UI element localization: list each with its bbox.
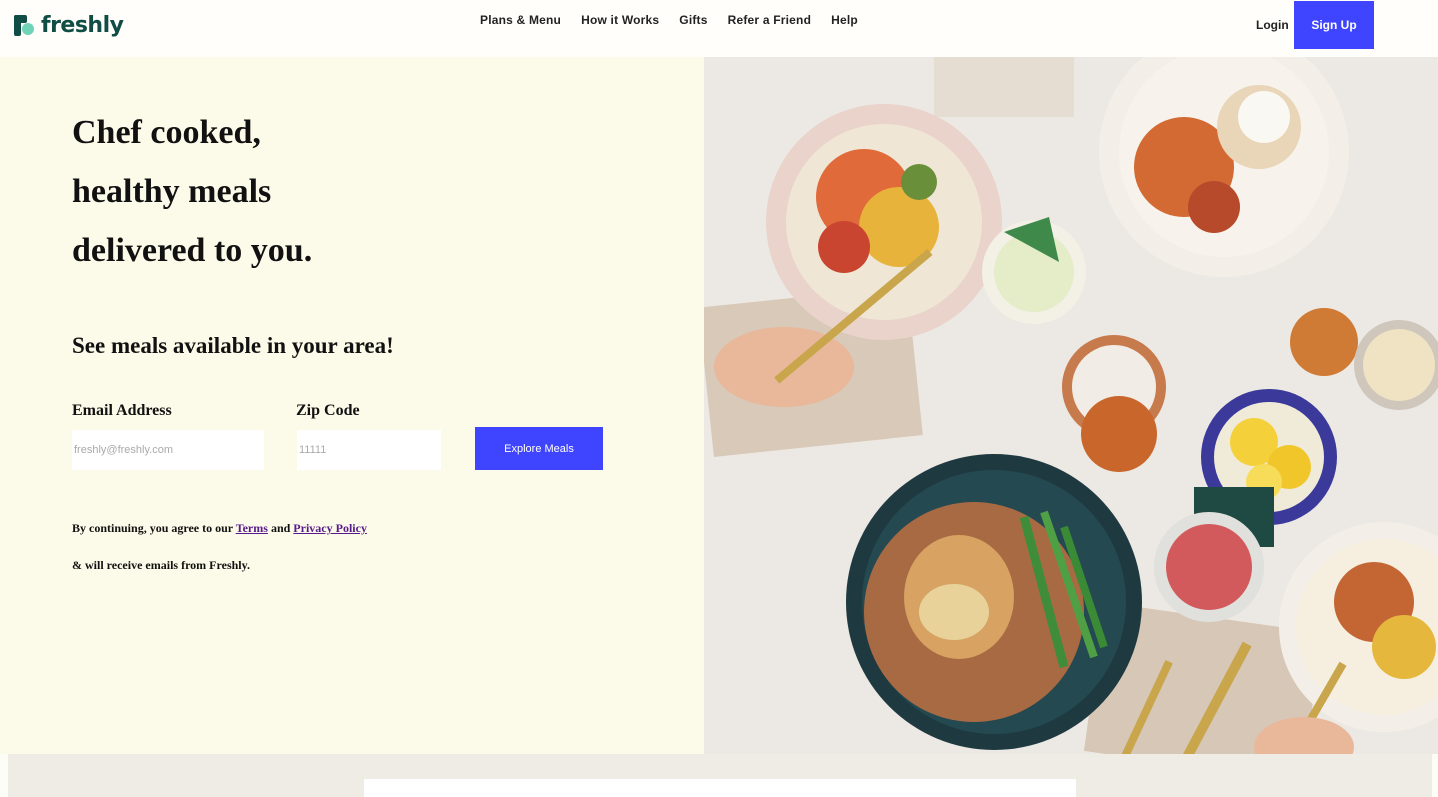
freshly-logo-icon — [14, 14, 35, 36]
sign-up-button[interactable]: Sign Up — [1294, 1, 1374, 49]
main-nav: Plans & Menu How it Works Gifts Refer a … — [480, 13, 858, 27]
logo-wordmark: freshly — [41, 12, 124, 38]
nav-plans-menu[interactable]: Plans & Menu — [480, 13, 561, 27]
hero-subheading: See meals available in your area! — [72, 333, 394, 358]
email-label: Email Address — [72, 402, 172, 419]
section-card — [364, 779, 1076, 797]
headline-line-1: Chef cooked, — [72, 114, 261, 151]
food-photo-illustration — [704, 57, 1438, 754]
zip-code-field[interactable] — [297, 430, 441, 470]
nav-gifts[interactable]: Gifts — [679, 13, 707, 27]
hero-food-image — [704, 57, 1438, 754]
next-section-preview — [0, 754, 1438, 797]
nav-refer-a-friend[interactable]: Refer a Friend — [728, 13, 812, 27]
nav-how-it-works[interactable]: How it Works — [581, 13, 659, 27]
headline-line-2: healthy meals — [72, 173, 272, 210]
nav-help[interactable]: Help — [831, 13, 858, 27]
zip-code-label: Zip Code — [296, 402, 360, 419]
legal-and: and — [270, 521, 291, 535]
email-field[interactable] — [72, 430, 264, 470]
privacy-policy-link[interactable]: Privacy Policy — [293, 521, 367, 535]
headline-line-3: delivered to you. — [72, 232, 313, 269]
hero-signup-panel: Chef cooked, healthy meals delivered to … — [0, 57, 704, 754]
site-header: freshly Plans & Menu How it Works Gifts … — [0, 0, 1438, 57]
explore-meals-button[interactable]: Explore Meals — [475, 427, 603, 470]
legal-notice: By continuing, you agree to our Terms an… — [72, 521, 367, 536]
freshly-logo[interactable]: freshly — [14, 11, 124, 39]
login-link[interactable]: Login — [1256, 18, 1289, 32]
legal-email-notice: & will receive emails from Freshly. — [72, 558, 250, 572]
terms-link[interactable]: Terms — [236, 521, 268, 535]
hero-headline: Chef cooked, healthy meals delivered to … — [72, 103, 312, 280]
legal-prefix: By continuing, you agree to our — [72, 521, 233, 535]
